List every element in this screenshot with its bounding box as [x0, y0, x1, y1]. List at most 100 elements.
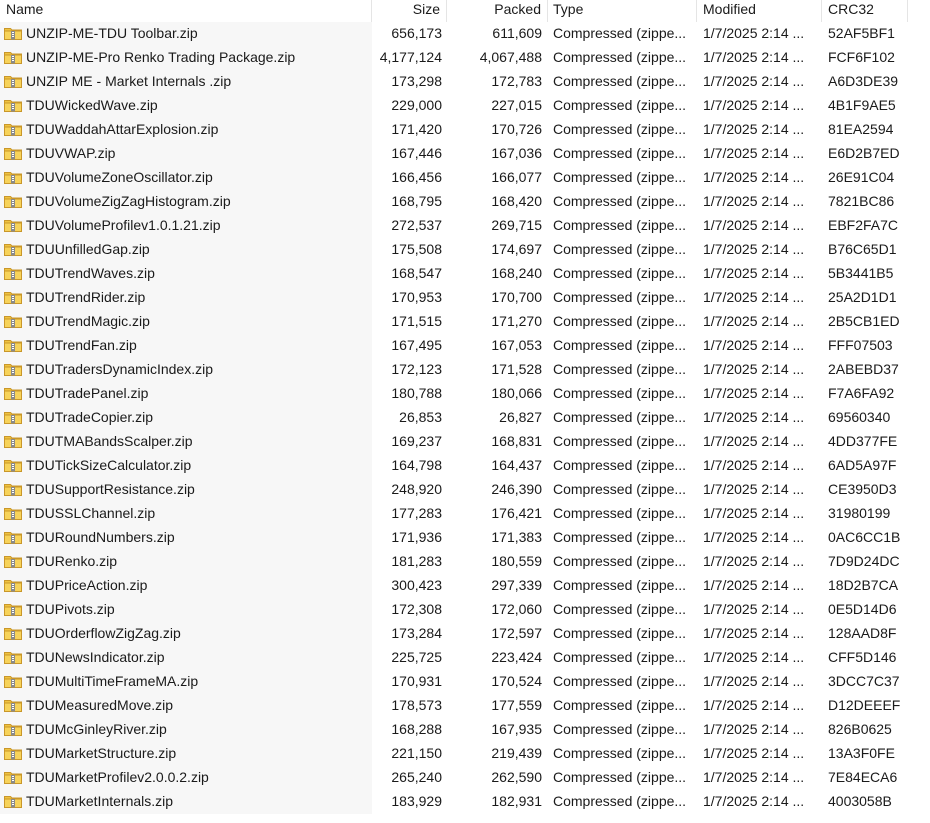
file-modified: 1/7/2025 2:14 ...	[703, 265, 805, 281]
file-row[interactable]: TDUPriceAction.zip 300,423 297,339 Compr…	[0, 574, 930, 598]
file-row[interactable]: TDUSSLChannel.zip 177,283 176,421 Compre…	[0, 502, 930, 526]
file-row[interactable]: TDUMeasuredMove.zip 178,573 177,559 Comp…	[0, 694, 930, 718]
file-row[interactable]: TDUMarketInternals.zip 183,929 182,931 C…	[0, 790, 930, 814]
file-name: TDUOrderflowZigZag.zip	[26, 625, 181, 641]
file-crc32: 7E84ECA6	[828, 769, 898, 785]
file-packed-size: 171,270	[491, 313, 542, 329]
column-header-modified[interactable]: Modified	[697, 0, 822, 22]
file-row[interactable]: TDUWaddahAttarExplosion.zip 171,420 170,…	[0, 118, 930, 142]
file-name-cell: TDUMultiTimeFrameMA.zip	[0, 670, 372, 694]
zip-folder-icon	[4, 460, 22, 472]
file-packed-size: 26,827	[499, 409, 542, 425]
file-row[interactable]: UNZIP-ME-Pro Renko Trading Package.zip 4…	[0, 46, 930, 70]
file-name: UNZIP-ME-Pro Renko Trading Package.zip	[26, 49, 296, 65]
file-modified: 1/7/2025 2:14 ...	[703, 745, 805, 761]
file-type: Compressed (zippe...	[553, 145, 687, 161]
file-row[interactable]: TDUTradePanel.zip 180,788 180,066 Compre…	[0, 382, 930, 406]
file-name-cell: TDUUnfilledGap.zip	[0, 238, 372, 262]
file-type: Compressed (zippe...	[553, 529, 687, 545]
file-type: Compressed (zippe...	[553, 265, 687, 281]
file-name: TDUNewsIndicator.zip	[26, 649, 165, 665]
file-type: Compressed (zippe...	[553, 577, 687, 593]
file-row[interactable]: TDURenko.zip 181,283 180,559 Compressed …	[0, 550, 930, 574]
file-modified: 1/7/2025 2:14 ...	[703, 529, 805, 545]
file-name: TDUTrendMagic.zip	[26, 313, 150, 329]
file-packed-size: 168,420	[491, 193, 542, 209]
file-row[interactable]: TDUTrendRider.zip 170,953 170,700 Compre…	[0, 286, 930, 310]
file-modified: 1/7/2025 2:14 ...	[703, 409, 805, 425]
file-packed-size: 166,077	[491, 169, 542, 185]
file-type: Compressed (zippe...	[553, 721, 687, 737]
file-row[interactable]: TDUVolumeZoneOscillator.zip 166,456 166,…	[0, 166, 930, 190]
file-row[interactable]: TDUMarketStructure.zip 221,150 219,439 C…	[0, 742, 930, 766]
file-size: 225,725	[391, 649, 442, 665]
file-name: TDUSupportResistance.zip	[26, 481, 195, 497]
file-crc32: B76C65D1	[828, 241, 897, 257]
file-crc32: 6AD5A97F	[828, 457, 897, 473]
column-header-type[interactable]: Type	[548, 0, 697, 22]
file-crc32: 2ABEBD37	[828, 361, 899, 377]
file-size: 171,936	[391, 529, 442, 545]
column-header-name[interactable]: Name	[0, 0, 372, 22]
file-packed-size: 269,715	[491, 217, 542, 233]
file-name: TDUMarketInternals.zip	[26, 793, 174, 809]
file-type: Compressed (zippe...	[553, 433, 687, 449]
file-row[interactable]: TDUVolumeZigZagHistogram.zip 168,795 168…	[0, 190, 930, 214]
file-packed-size: 176,421	[491, 505, 542, 521]
file-row[interactable]: TDUTradeCopier.zip 26,853 26,827 Compres…	[0, 406, 930, 430]
file-row[interactable]: UNZIP-ME-TDU Toolbar.zip 656,173 611,609…	[0, 22, 930, 46]
file-row[interactable]: TDUTrendMagic.zip 171,515 171,270 Compre…	[0, 310, 930, 334]
file-packed-size: 246,390	[491, 481, 542, 497]
file-row[interactable]: TDUWickedWave.zip 229,000 227,015 Compre…	[0, 94, 930, 118]
file-type: Compressed (zippe...	[553, 745, 687, 761]
file-row[interactable]: TDUPivots.zip 172,308 172,060 Compressed…	[0, 598, 930, 622]
column-header-crc32[interactable]: CRC32	[822, 0, 908, 22]
file-packed-size: 172,597	[491, 625, 542, 641]
file-type: Compressed (zippe...	[553, 313, 687, 329]
file-row[interactable]: TDUTMABandsScalper.zip 169,237 168,831 C…	[0, 430, 930, 454]
file-modified: 1/7/2025 2:14 ...	[703, 217, 805, 233]
file-row[interactable]: TDURoundNumbers.zip 171,936 171,383 Comp…	[0, 526, 930, 550]
file-crc32: F7A6FA92	[828, 385, 895, 401]
file-size: 173,298	[391, 73, 442, 89]
file-packed-size: 172,060	[491, 601, 542, 617]
zip-folder-icon	[4, 676, 22, 688]
file-modified: 1/7/2025 2:14 ...	[703, 721, 805, 737]
file-row[interactable]: TDUVolumeProfilev1.0.1.21.zip 272,537 26…	[0, 214, 930, 238]
file-row[interactable]: TDUVWAP.zip 167,446 167,036 Compressed (…	[0, 142, 930, 166]
file-size: 175,508	[391, 241, 442, 257]
file-modified: 1/7/2025 2:14 ...	[703, 793, 805, 809]
file-crc32: FFF07503	[828, 337, 893, 353]
column-header-packed[interactable]: Packed	[447, 0, 548, 22]
file-row[interactable]: TDUMultiTimeFrameMA.zip 170,931 170,524 …	[0, 670, 930, 694]
file-row[interactable]: TDUTradersDynamicIndex.zip 172,123 171,5…	[0, 358, 930, 382]
file-row[interactable]: TDUTickSizeCalculator.zip 164,798 164,43…	[0, 454, 930, 478]
file-row[interactable]: TDUOrderflowZigZag.zip 173,284 172,597 C…	[0, 622, 930, 646]
file-modified: 1/7/2025 2:14 ...	[703, 457, 805, 473]
file-modified: 1/7/2025 2:14 ...	[703, 577, 805, 593]
file-row[interactable]: TDUNewsIndicator.zip 225,725 223,424 Com…	[0, 646, 930, 670]
file-row[interactable]: TDUSupportResistance.zip 248,920 246,390…	[0, 478, 930, 502]
file-type: Compressed (zippe...	[553, 193, 687, 209]
file-row[interactable]: TDUTrendFan.zip 167,495 167,053 Compress…	[0, 334, 930, 358]
file-row[interactable]: TDUMarketProfilev2.0.0.2.zip 265,240 262…	[0, 766, 930, 790]
zip-folder-icon	[4, 748, 22, 760]
file-row[interactable]: TDUMcGinleyRiver.zip 168,288 167,935 Com…	[0, 718, 930, 742]
zip-folder-icon	[4, 388, 22, 400]
zip-folder-icon	[4, 220, 22, 232]
zip-folder-icon	[4, 340, 22, 352]
file-crc32: 0AC6CC1B	[828, 529, 901, 545]
file-size: 171,515	[391, 313, 442, 329]
file-name: TDUMultiTimeFrameMA.zip	[26, 673, 199, 689]
zip-folder-icon	[4, 412, 22, 424]
file-packed-size: 180,559	[491, 553, 542, 569]
file-row[interactable]: TDUTrendWaves.zip 168,547 168,240 Compre…	[0, 262, 930, 286]
file-name-cell: TDUPriceAction.zip	[0, 574, 372, 598]
file-row[interactable]: UNZIP ME - Market Internals .zip 173,298…	[0, 70, 930, 94]
file-row[interactable]: TDUUnfilledGap.zip 175,508 174,697 Compr…	[0, 238, 930, 262]
file-name: TDUSSLChannel.zip	[26, 505, 156, 521]
column-header-size[interactable]: Size	[372, 0, 447, 22]
file-name-cell: UNZIP-ME-TDU Toolbar.zip	[0, 22, 372, 46]
file-name-cell: TDUOrderflowZigZag.zip	[0, 622, 372, 646]
file-size: 173,284	[391, 625, 442, 641]
